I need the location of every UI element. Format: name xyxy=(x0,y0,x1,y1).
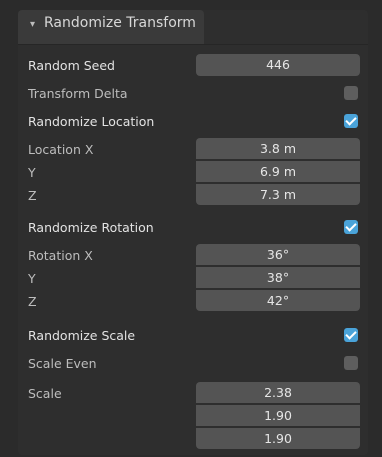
rotation-z-row: Z 42° xyxy=(18,288,368,314)
rotation-z-label: Z xyxy=(28,294,37,309)
location-z-label: Z xyxy=(28,188,37,203)
scale-y-field[interactable]: 1.90 xyxy=(196,405,360,426)
transform-delta-row: Transform Delta xyxy=(18,80,368,106)
random-seed-label: Random Seed xyxy=(28,58,115,73)
location-y-field[interactable]: 6.9 m xyxy=(196,161,360,182)
location-x-label: Location X xyxy=(28,142,94,157)
scale-z-row: 1.90 xyxy=(18,426,368,452)
scale-x-field[interactable]: 2.38 xyxy=(196,382,360,403)
scale-even-label: Scale Even xyxy=(28,356,97,371)
location-z-row: Z 7.3 m xyxy=(18,182,368,208)
randomize-location-row: Randomize Location xyxy=(18,108,368,134)
random-seed-field[interactable]: 446 xyxy=(196,54,360,76)
scale-label: Scale xyxy=(28,386,62,401)
scale-z-field[interactable]: 1.90 xyxy=(196,428,360,449)
randomize-rotation-row: Randomize Rotation xyxy=(18,214,368,240)
transform-delta-checkbox[interactable] xyxy=(344,86,358,100)
randomize-rotation-label: Randomize Rotation xyxy=(28,220,154,235)
randomize-rotation-checkbox[interactable] xyxy=(344,220,358,234)
rotation-y-label: Y xyxy=(28,271,36,286)
location-y-label: Y xyxy=(28,165,36,180)
rotation-y-field[interactable]: 38° xyxy=(196,267,360,288)
scale-even-checkbox[interactable] xyxy=(344,356,358,370)
header-divider xyxy=(18,44,368,45)
transform-delta-label: Transform Delta xyxy=(28,86,128,101)
randomize-scale-label: Randomize Scale xyxy=(28,328,136,343)
rotation-x-label: Rotation X xyxy=(28,248,93,263)
randomize-scale-checkbox[interactable] xyxy=(344,328,358,342)
randomize-location-checkbox[interactable] xyxy=(344,114,358,128)
randomize-location-label: Randomize Location xyxy=(28,114,155,129)
rotation-z-field[interactable]: 42° xyxy=(196,290,360,311)
panel-title[interactable]: Randomize Transform xyxy=(44,15,196,31)
collapse-arrow-icon[interactable]: ▾ xyxy=(30,19,35,30)
rotation-x-field[interactable]: 36° xyxy=(196,244,360,265)
location-x-field[interactable]: 3.8 m xyxy=(196,138,360,159)
location-z-field[interactable]: 7.3 m xyxy=(196,184,360,205)
randomize-scale-row: Randomize Scale xyxy=(18,322,368,348)
random-seed-row: Random Seed 446 xyxy=(18,52,368,78)
scale-even-row: Scale Even xyxy=(18,350,368,376)
